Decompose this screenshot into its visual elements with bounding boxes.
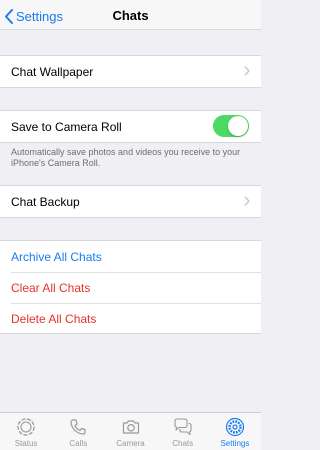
toggle-knob [228, 116, 248, 136]
phone-icon [70, 419, 86, 435]
tab-settings-label: Settings [220, 439, 250, 448]
chat-wallpaper-row[interactable]: Chat Wallpaper [0, 56, 261, 87]
gear-icon [225, 417, 245, 437]
camera-roll-footer: Automatically save photos and videos you… [11, 147, 241, 168]
status-icon [17, 418, 35, 436]
save-to-camera-roll-row: Save to Camera Roll [0, 111, 261, 142]
tab-camera[interactable]: Camera [104, 413, 156, 450]
chat-actions-group: Archive All Chats Clear All Chats Delete… [0, 240, 261, 334]
tab-settings[interactable]: Settings [209, 413, 261, 450]
save-to-camera-roll-toggle[interactable] [213, 115, 249, 137]
chat-bubbles-icon [174, 418, 192, 436]
chevron-right-icon [244, 196, 250, 206]
chevron-right-icon [244, 66, 250, 76]
tab-calls[interactable]: Calls [52, 413, 104, 450]
tab-calls-label: Calls [69, 439, 88, 448]
tab-chats-label: Chats [172, 439, 194, 448]
tab-chats[interactable]: Chats [157, 413, 209, 450]
tab-status-label: Status [14, 439, 38, 448]
archive-all-chats-button[interactable]: Archive All Chats [0, 241, 261, 272]
camera-icon [122, 420, 139, 434]
chat-backup-row[interactable]: Chat Backup [0, 186, 261, 217]
page-title: Chats [112, 8, 149, 23]
save-to-camera-roll-label: Save to Camera Roll [11, 119, 122, 134]
tab-bar: Status Calls Camera Chats Settings [0, 412, 261, 450]
clear-all-chats-label: Clear All Chats [11, 281, 91, 295]
tab-status[interactable]: Status [0, 413, 52, 450]
archive-all-chats-label: Archive All Chats [11, 249, 102, 264]
wallpaper-group: Chat Wallpaper [0, 55, 261, 88]
clear-all-chats-button[interactable]: Clear All Chats [0, 273, 261, 303]
tab-camera-label: Camera [116, 439, 145, 448]
backup-group: Chat Backup [0, 185, 261, 218]
navigation-bar: Settings Chats [0, 0, 261, 30]
chat-wallpaper-label: Chat Wallpaper [11, 64, 94, 79]
camera-roll-group: Save to Camera Roll [0, 110, 261, 143]
chat-backup-label: Chat Backup [11, 194, 80, 209]
delete-all-chats-label: Delete All Chats [11, 311, 97, 326]
delete-all-chats-button[interactable]: Delete All Chats [0, 304, 261, 333]
